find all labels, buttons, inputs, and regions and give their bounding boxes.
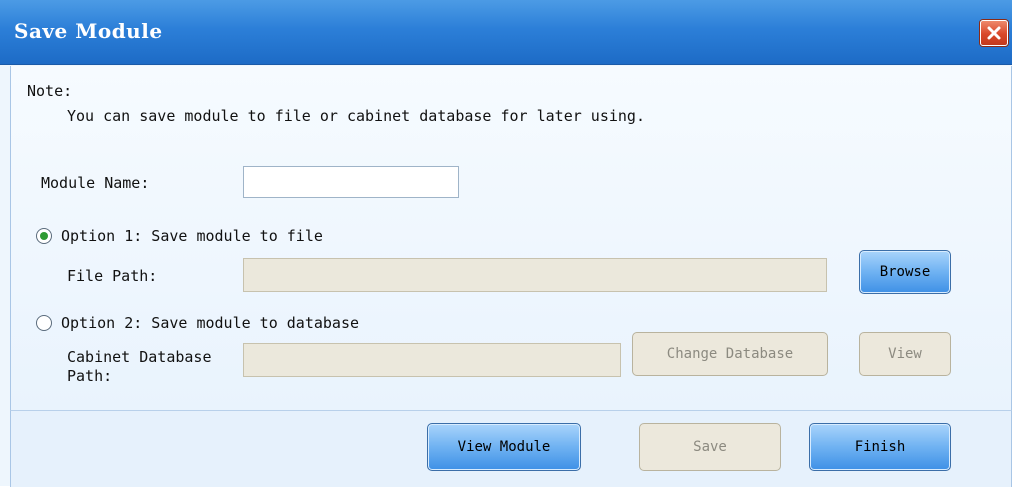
close-icon (987, 26, 1001, 40)
title-bar[interactable]: Save Module (0, 0, 1012, 65)
option2-label[interactable]: Option 2: Save module to database (61, 314, 359, 332)
finish-button[interactable]: Finish (809, 423, 951, 471)
cabinet-db-path-input[interactable] (243, 343, 621, 377)
note-label: Note: (27, 82, 73, 100)
view-button[interactable]: View (859, 332, 951, 376)
view-module-button[interactable]: View Module (427, 423, 581, 471)
cabinet-db-path-label-line2: Path: (67, 367, 113, 385)
radio-selected-dot (40, 232, 48, 240)
dialog-body: Note: You can save module to file or cab… (10, 66, 1012, 410)
module-name-label: Module Name: (41, 174, 150, 192)
option1-label[interactable]: Option 1: Save module to file (61, 227, 323, 245)
dialog-footer: View Module Save Finish (10, 410, 1012, 487)
file-path-input[interactable] (243, 258, 827, 292)
file-path-label: File Path: (67, 267, 158, 285)
save-module-dialog: Save Module Note: You can save module to… (0, 0, 1012, 487)
browse-button[interactable]: Browse (859, 250, 951, 294)
option2-radio[interactable] (36, 315, 52, 331)
cabinet-db-path-label-line1: Cabinet Database (67, 348, 212, 366)
change-database-button[interactable]: Change Database (632, 332, 828, 376)
module-name-input[interactable] (243, 166, 459, 198)
close-button[interactable] (980, 20, 1008, 46)
note-text: You can save module to file or cabinet d… (67, 107, 645, 125)
option1-radio[interactable] (36, 228, 52, 244)
window-title: Save Module (14, 19, 163, 43)
save-button[interactable]: Save (639, 423, 781, 471)
